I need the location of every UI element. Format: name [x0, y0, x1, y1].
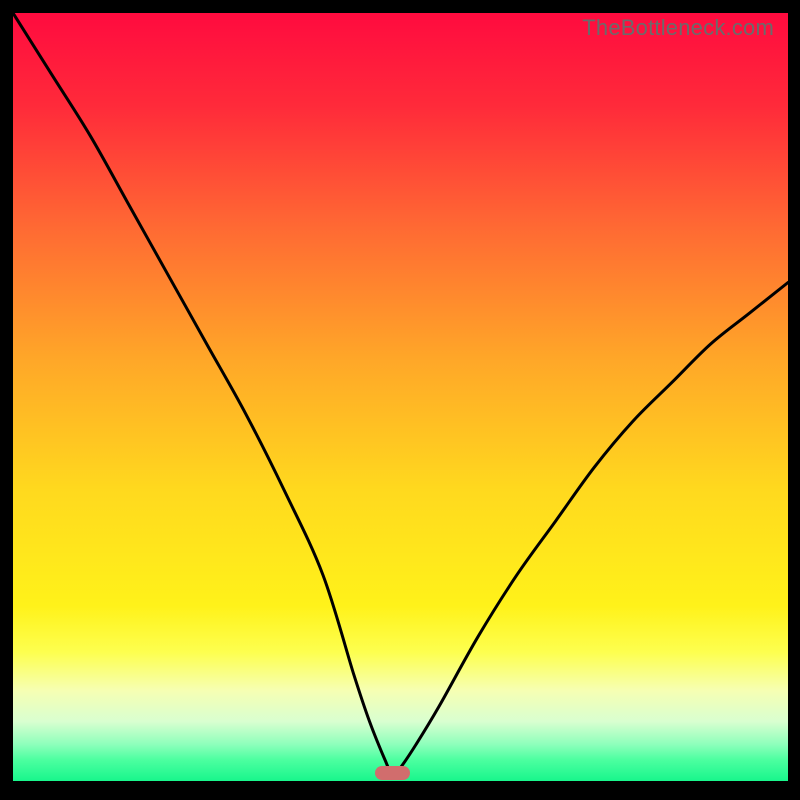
chart-stage: TheBottleneck.com — [0, 0, 800, 800]
bottleneck-curve — [13, 13, 788, 783]
plot-area: TheBottleneck.com — [13, 13, 788, 783]
x-axis-baseline — [13, 781, 788, 783]
